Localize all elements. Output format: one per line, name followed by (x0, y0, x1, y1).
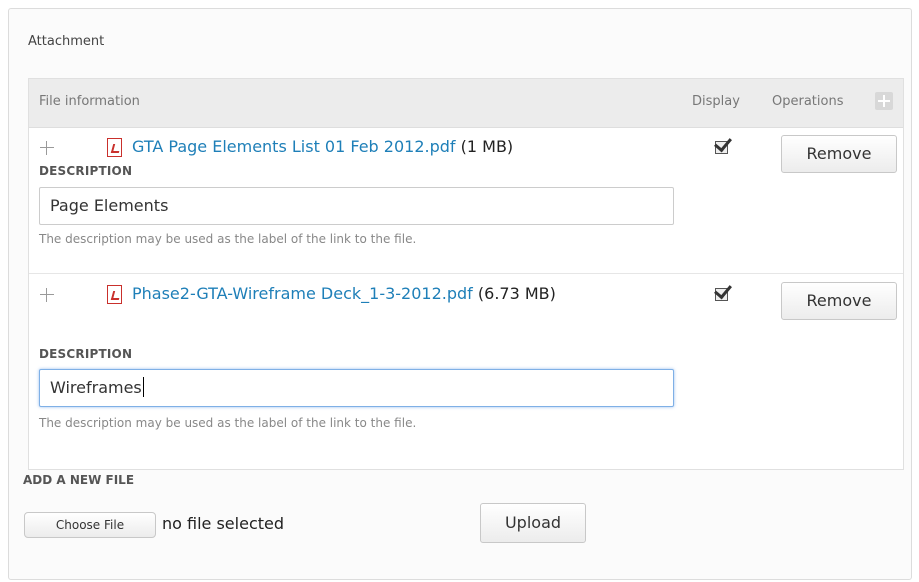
description-label: DESCRIPTION (39, 164, 133, 178)
remove-button[interactable]: Remove (781, 135, 897, 173)
plus-square-icon[interactable] (875, 92, 893, 110)
add-new-file-label: ADD A NEW FILE (23, 473, 135, 487)
header-file-information: File information (39, 94, 140, 109)
description-input[interactable]: Wireframes (39, 369, 674, 407)
file-size: (1 MB) (460, 137, 514, 156)
table-row: GTA Page Elements List 01 Feb 2012.pdf (… (29, 128, 903, 274)
display-checkbox[interactable] (714, 133, 732, 154)
text-caret (142, 377, 144, 397)
attachment-legend: Attachment (28, 34, 105, 49)
no-file-selected-text: no file selected (162, 514, 285, 533)
file-size: (6.73 MB) (477, 284, 556, 303)
pdf-file-icon (107, 138, 122, 157)
description-help-text: The description may be used as the label… (39, 232, 417, 246)
description-input[interactable]: Page Elements (39, 187, 674, 225)
attachment-fieldset: File information Display Operations GTA … (10, 70, 904, 570)
description-value: Wireframes (50, 378, 142, 397)
description-label: DESCRIPTION (39, 347, 133, 361)
file-info: GTA Page Elements List 01 Feb 2012.pdf (… (132, 135, 692, 159)
file-link[interactable]: GTA Page Elements List 01 Feb 2012.pdf (132, 137, 456, 156)
remove-button[interactable]: Remove (781, 282, 897, 320)
upload-button[interactable]: Upload (480, 503, 586, 543)
move-handle-icon[interactable] (40, 141, 54, 155)
header-operations: Operations (772, 94, 844, 109)
display-checkbox[interactable] (714, 280, 732, 301)
move-handle-icon[interactable] (40, 288, 54, 302)
description-help-text: The description may be used as the label… (39, 416, 417, 430)
pdf-file-icon (107, 285, 122, 304)
attachments-table: File information Display Operations GTA … (28, 78, 904, 470)
description-value: Page Elements (50, 196, 169, 215)
file-link[interactable]: Phase2-GTA-Wireframe Deck_1-3-2012.pdf (132, 284, 473, 303)
table-header: File information Display Operations (29, 79, 903, 128)
table-row: Phase2-GTA-Wireframe Deck_1-3-2012.pdf (… (29, 275, 903, 469)
header-display: Display (692, 94, 740, 109)
choose-file-button[interactable]: Choose File (24, 512, 156, 538)
file-info: Phase2-GTA-Wireframe Deck_1-3-2012.pdf (… (132, 282, 662, 306)
